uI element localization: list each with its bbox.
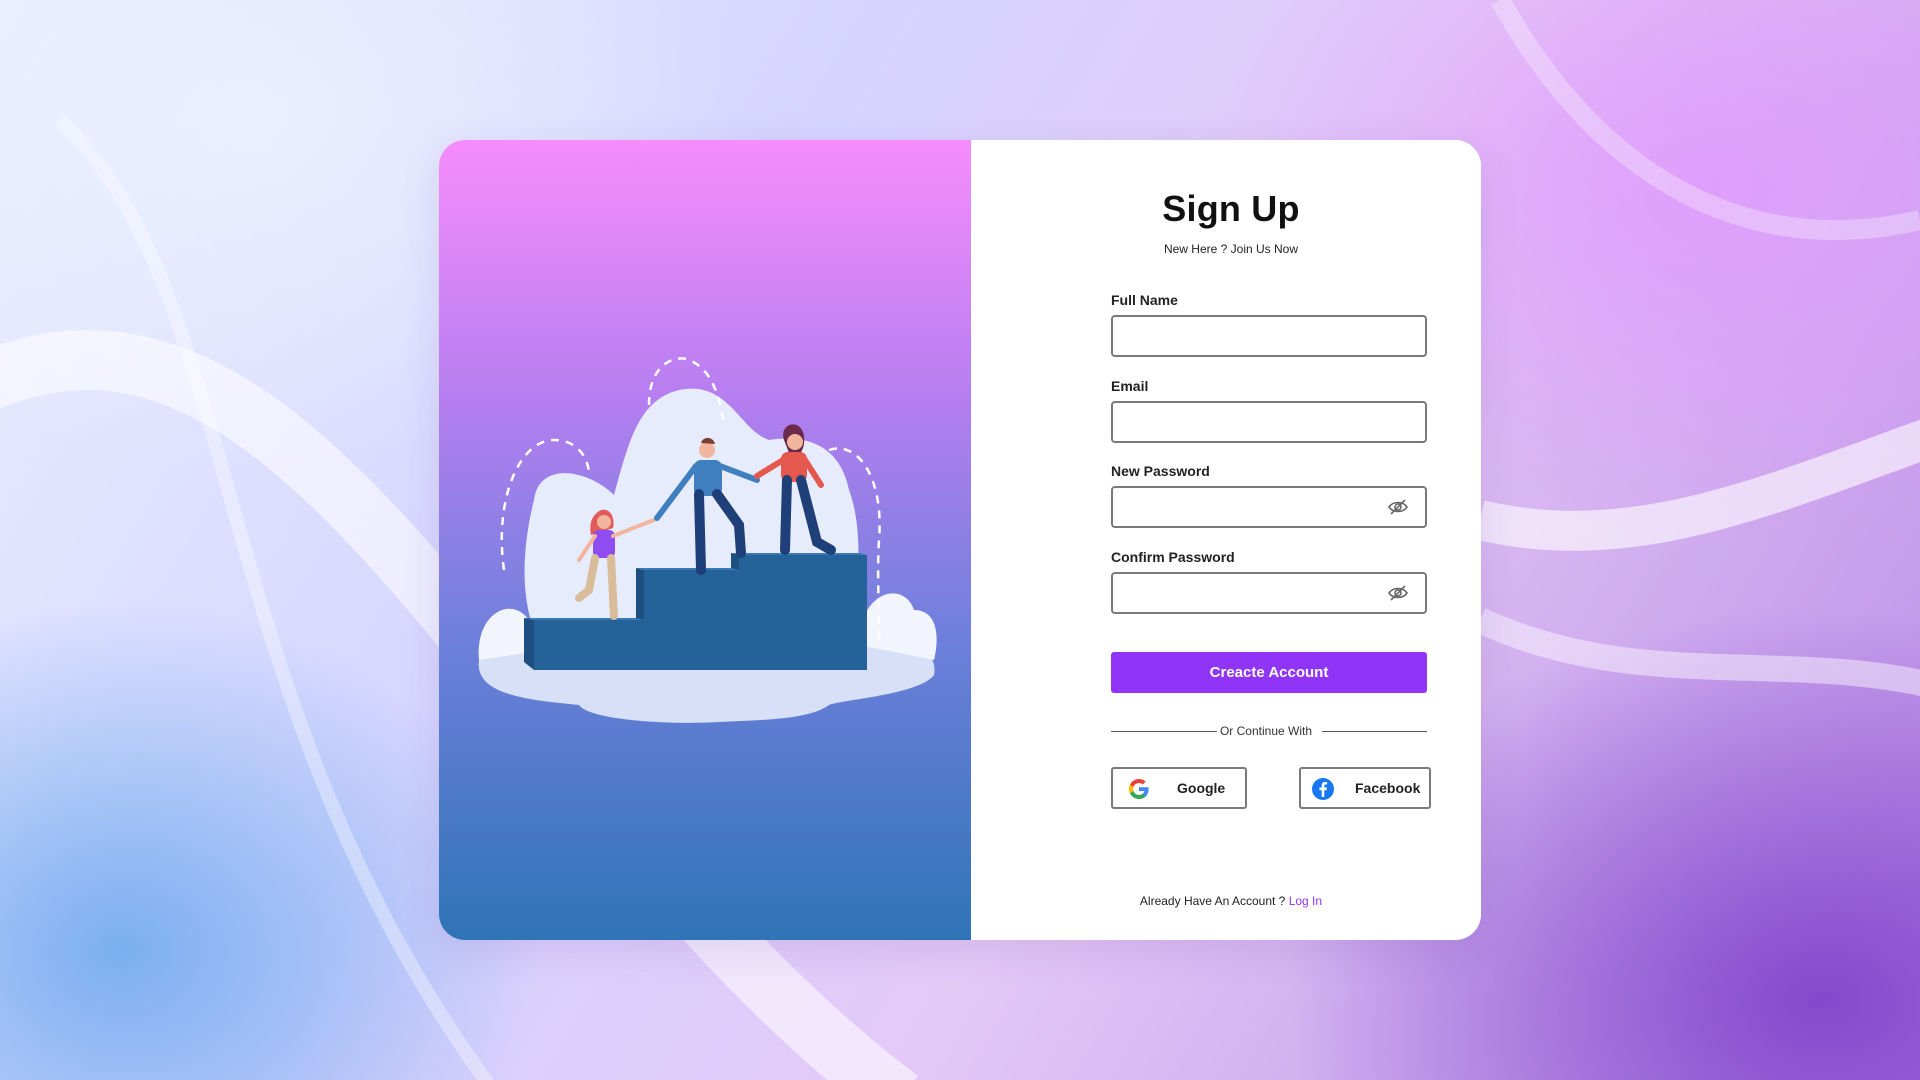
login-prompt-text: Already Have An Account ? (1139, 894, 1286, 908)
confirm-password-input[interactable] (1113, 574, 1393, 612)
illustration-panel (439, 140, 971, 940)
signup-card: Sign Up New Here ? Join Us Now Full Name… (439, 140, 1481, 940)
eye-slash-icon[interactable] (1387, 497, 1409, 517)
confirm-password-field[interactable] (1111, 572, 1427, 614)
full-name-field[interactable] (1111, 315, 1427, 357)
eye-slash-icon[interactable] (1387, 583, 1409, 603)
new-password-input[interactable] (1113, 488, 1393, 526)
signup-form-panel: Sign Up New Here ? Join Us Now Full Name… (971, 140, 1481, 940)
teamwork-illustration (478, 357, 937, 723)
create-account-button[interactable]: Creacte Account (1111, 652, 1427, 693)
full-name-input[interactable] (1113, 317, 1393, 355)
google-label: Google (1177, 780, 1226, 796)
email-label: Email (1111, 378, 1149, 394)
divider-line-right (1322, 731, 1427, 732)
email-input[interactable] (1113, 403, 1393, 441)
facebook-label: Facebook (1355, 780, 1421, 796)
new-password-field[interactable] (1111, 486, 1427, 528)
google-button[interactable]: Google (1111, 767, 1247, 809)
google-icon (1129, 779, 1149, 799)
login-prompt: Already Have An Account ? Log In (971, 894, 1481, 908)
confirm-password-label: Confirm Password (1111, 549, 1235, 565)
facebook-icon (1312, 778, 1334, 800)
email-field[interactable] (1111, 401, 1427, 443)
login-link[interactable]: Log In (1289, 894, 1322, 908)
full-name-label: Full Name (1111, 292, 1178, 308)
page-subtitle: New Here ? Join Us Now (1163, 242, 1299, 256)
new-password-label: New Password (1111, 463, 1210, 479)
page-title: Sign Up (1162, 188, 1300, 229)
facebook-button[interactable]: Facebook (1299, 767, 1431, 809)
